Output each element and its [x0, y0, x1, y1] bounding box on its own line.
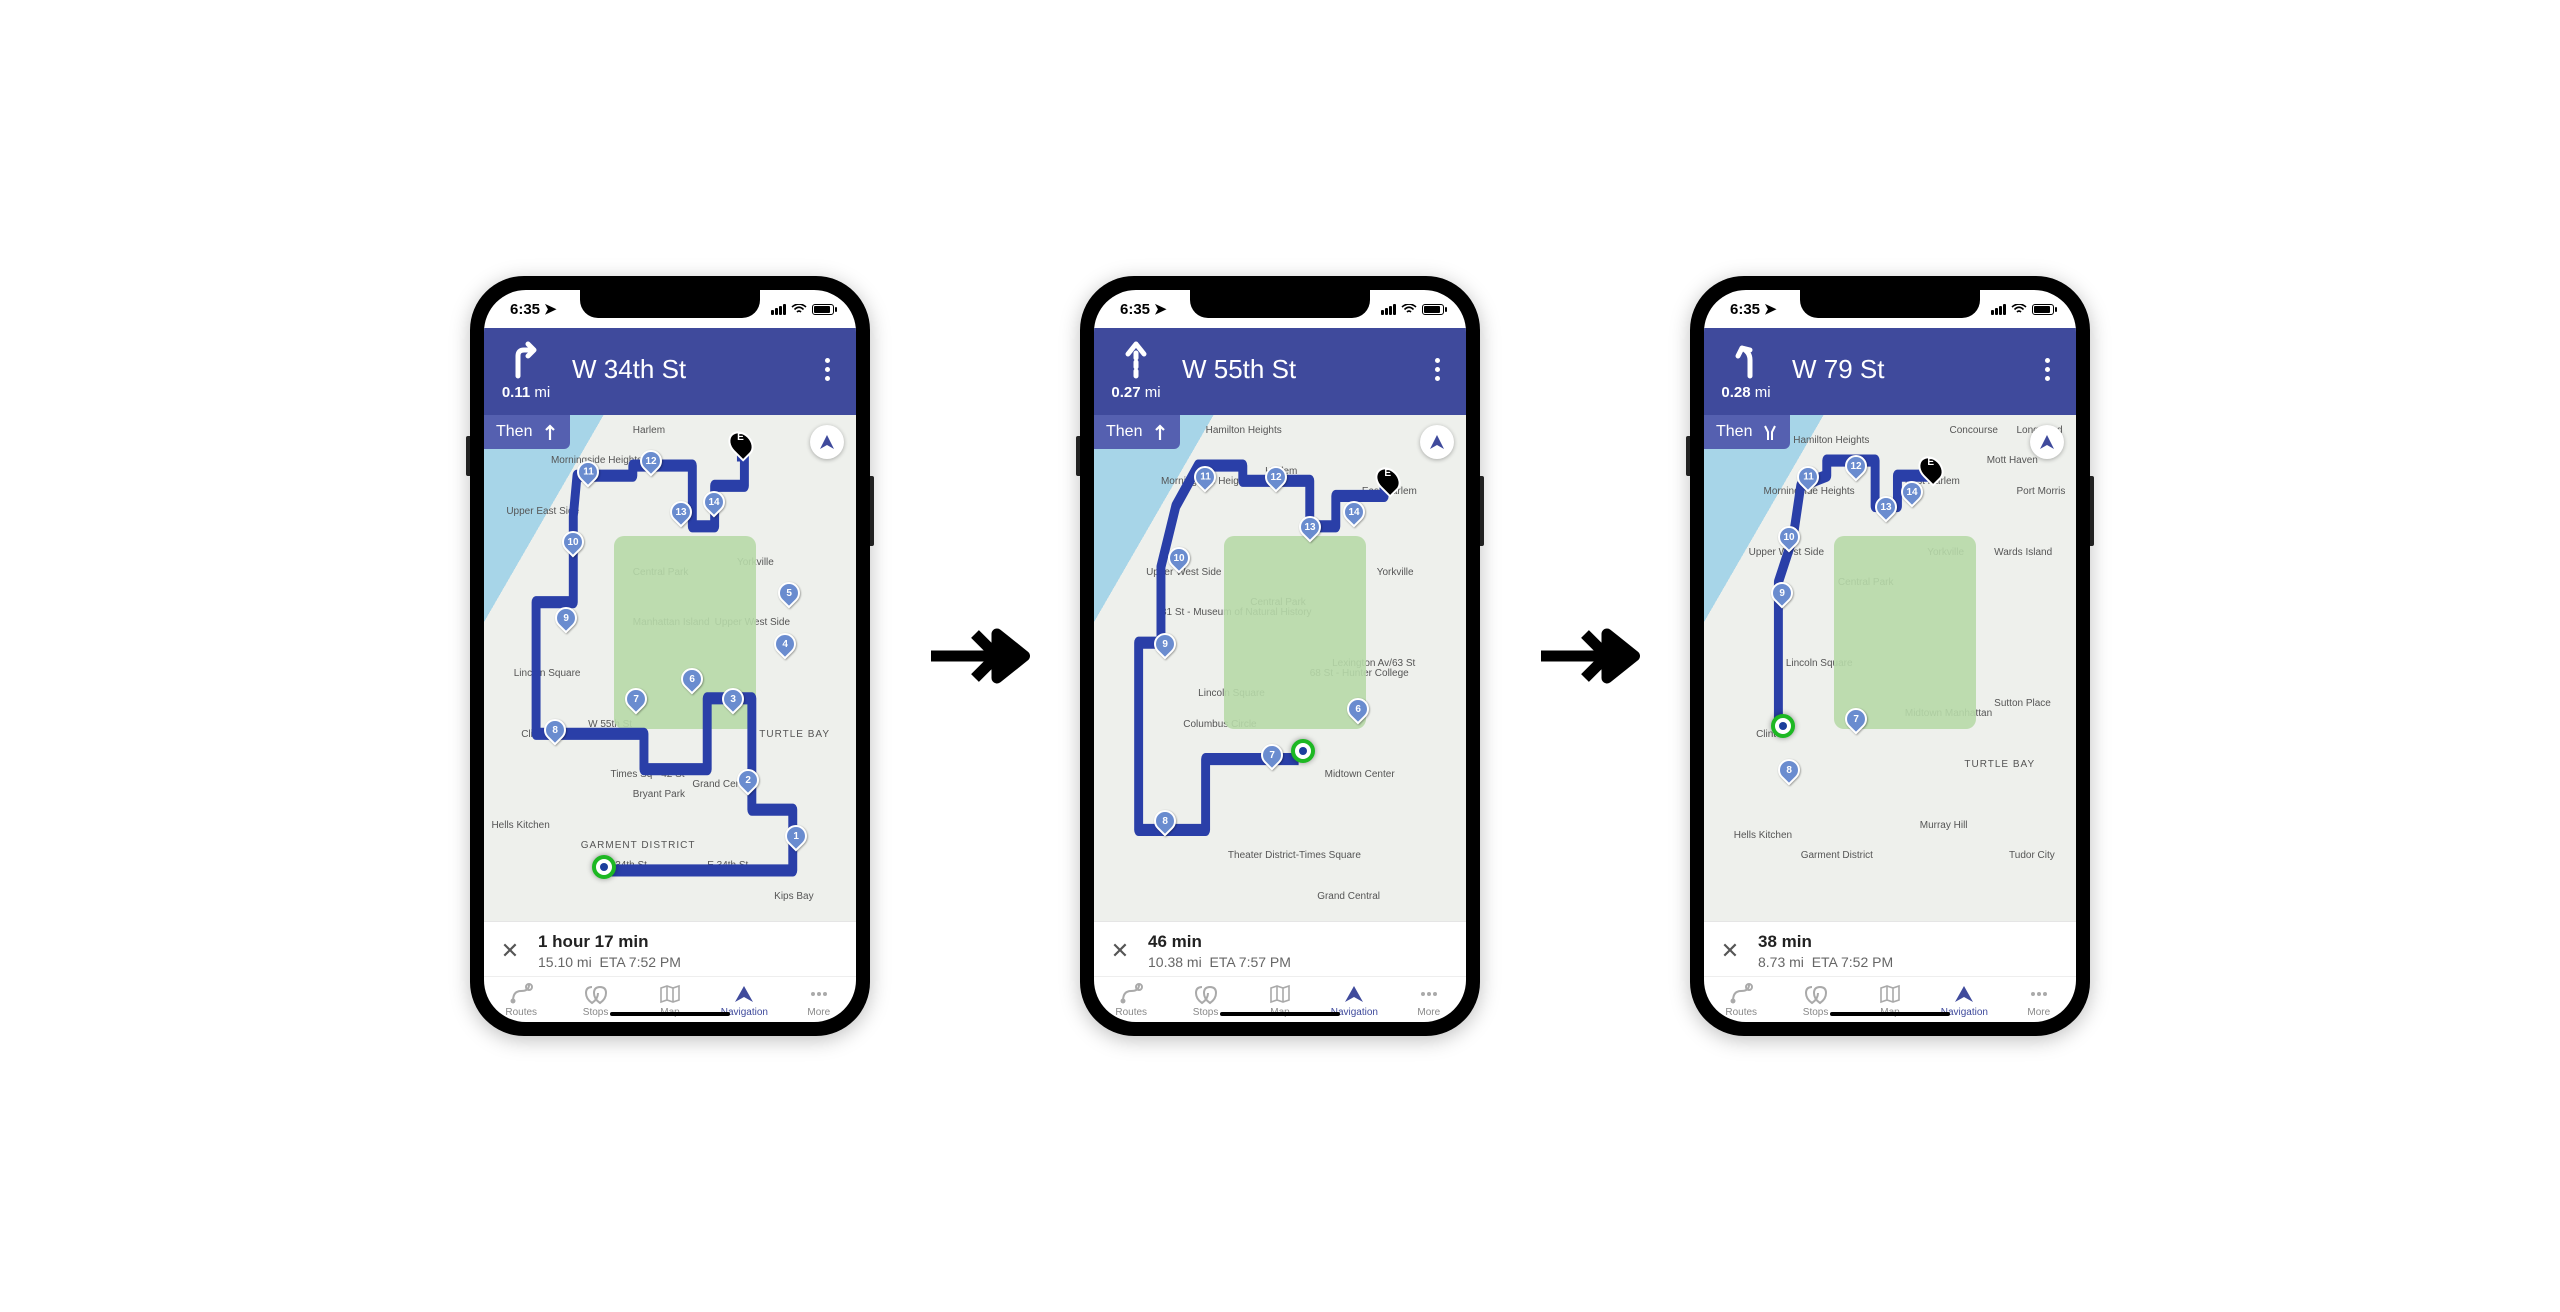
- then-instruction[interactable]: Then: [1704, 415, 1790, 449]
- destination-pin-icon[interactable]: [1920, 455, 1942, 483]
- phone-frame: 6:35 ➤ 0.27 mi W 55th St: [1080, 276, 1480, 1036]
- straight-icon: [1152, 422, 1168, 442]
- notch: [1800, 290, 1980, 318]
- then-instruction[interactable]: Then: [1094, 415, 1180, 449]
- home-indicator[interactable]: [610, 1012, 730, 1016]
- phone-frame: 6:35 ➤ 0.11 mi W 34th St: [470, 276, 870, 1036]
- home-indicator[interactable]: [1830, 1012, 1950, 1016]
- bear-left-icon: [1724, 338, 1768, 382]
- maneuver-distance: 0.11 mi: [502, 384, 550, 401]
- clock: 6:35: [510, 301, 540, 318]
- trip-duration: 38 min: [1758, 932, 1893, 952]
- route-summary: ✕ 46 min 10.38 mi ETA 7:57 PM: [1094, 921, 1466, 976]
- tab-routes[interactable]: Routes: [1094, 983, 1168, 1018]
- street-name: W 34th St: [568, 354, 798, 385]
- tab-more[interactable]: More: [2002, 983, 2076, 1018]
- route-summary: ✕ 1 hour 17 min 15.10 mi ETA 7:52 PM: [484, 921, 856, 976]
- close-button[interactable]: ✕: [498, 938, 522, 964]
- destination-pin-icon[interactable]: [730, 430, 752, 458]
- tab-more[interactable]: More: [1392, 983, 1466, 1018]
- current-position-icon: [592, 855, 616, 879]
- tab-routes[interactable]: Routes: [484, 983, 558, 1018]
- close-button[interactable]: ✕: [1108, 938, 1132, 964]
- wifi-icon: [2011, 303, 2027, 315]
- route-line: [1094, 415, 1466, 921]
- maneuver-distance: 0.28 mi: [1721, 384, 1770, 401]
- trip-duration: 46 min: [1148, 932, 1291, 952]
- location-services-icon: ➤: [544, 300, 557, 318]
- straight-icon: [542, 422, 558, 442]
- notch: [580, 290, 760, 318]
- destination-pin-icon[interactable]: [1377, 466, 1399, 494]
- sequence-arrow-icon: [1530, 601, 1640, 711]
- map-view[interactable]: Then Upper East Side Central Park Yorkvi…: [484, 415, 856, 921]
- merge-icon: [1762, 422, 1778, 442]
- phone-frame: 6:35 ➤ 0.28 mi W 79 St: [1690, 276, 2090, 1036]
- map-view[interactable]: Then Hamilton Heights Morningside Height…: [1094, 415, 1466, 921]
- home-indicator[interactable]: [1220, 1012, 1340, 1016]
- then-instruction[interactable]: Then: [484, 415, 570, 449]
- more-icon: [807, 983, 831, 1005]
- current-position-icon: [1771, 714, 1795, 738]
- trip-duration: 1 hour 17 min: [538, 932, 681, 952]
- trip-distance-eta: 15.10 mi ETA 7:52 PM: [538, 954, 681, 970]
- route-line: [1704, 415, 2076, 921]
- street-name: W 55th St: [1178, 354, 1408, 385]
- wifi-icon: [1401, 303, 1417, 315]
- menu-button[interactable]: [2032, 354, 2062, 385]
- trip-distance-eta: 10.38 mi ETA 7:57 PM: [1148, 954, 1291, 970]
- recenter-button[interactable]: [2030, 425, 2064, 459]
- route-summary: ✕ 38 min 8.73 mi ETA 7:52 PM: [1704, 921, 2076, 976]
- menu-button[interactable]: [1422, 354, 1452, 385]
- battery-icon: [812, 304, 834, 315]
- wifi-icon: [791, 303, 807, 315]
- direction-banner[interactable]: 0.27 mi W 55th St: [1094, 328, 1466, 415]
- close-button[interactable]: ✕: [1718, 938, 1742, 964]
- battery-icon: [1422, 304, 1444, 315]
- map-icon: [658, 983, 682, 1005]
- maneuver-distance: 0.27 mi: [1111, 384, 1160, 401]
- street-name: W 79 St: [1788, 354, 2018, 385]
- stops-icon: [584, 983, 608, 1005]
- recenter-button[interactable]: [810, 425, 844, 459]
- sequence-arrow-icon: [920, 601, 1030, 711]
- notch: [1190, 290, 1370, 318]
- navigation-icon: [732, 983, 756, 1005]
- cell-signal-icon: [771, 304, 786, 315]
- location-services-icon: ➤: [1764, 300, 1777, 318]
- clock: 6:35: [1730, 301, 1760, 318]
- map-view[interactable]: Then Hamilton Heights Morningside Height…: [1704, 415, 2076, 921]
- cell-signal-icon: [1991, 304, 2006, 315]
- tab-more[interactable]: More: [782, 983, 856, 1018]
- tab-routes[interactable]: Routes: [1704, 983, 1778, 1018]
- menu-button[interactable]: [812, 354, 842, 385]
- direction-banner[interactable]: 0.11 mi W 34th St: [484, 328, 856, 415]
- continue-straight-icon: [1114, 338, 1158, 382]
- routes-icon: [509, 983, 533, 1005]
- recenter-button[interactable]: [1420, 425, 1454, 459]
- trip-distance-eta: 8.73 mi ETA 7:52 PM: [1758, 954, 1893, 970]
- turn-right-icon: [504, 338, 548, 382]
- clock: 6:35: [1120, 301, 1150, 318]
- screen: 6:35 ➤ 0.28 mi W 79 St: [1704, 290, 2076, 1022]
- location-services-icon: ➤: [1154, 300, 1167, 318]
- screen: 6:35 ➤ 0.11 mi W 34th St: [484, 290, 856, 1022]
- current-position-icon: [1291, 739, 1315, 763]
- direction-banner[interactable]: 0.28 mi W 79 St: [1704, 328, 2076, 415]
- screen: 6:35 ➤ 0.27 mi W 55th St: [1094, 290, 1466, 1022]
- battery-icon: [2032, 304, 2054, 315]
- cell-signal-icon: [1381, 304, 1396, 315]
